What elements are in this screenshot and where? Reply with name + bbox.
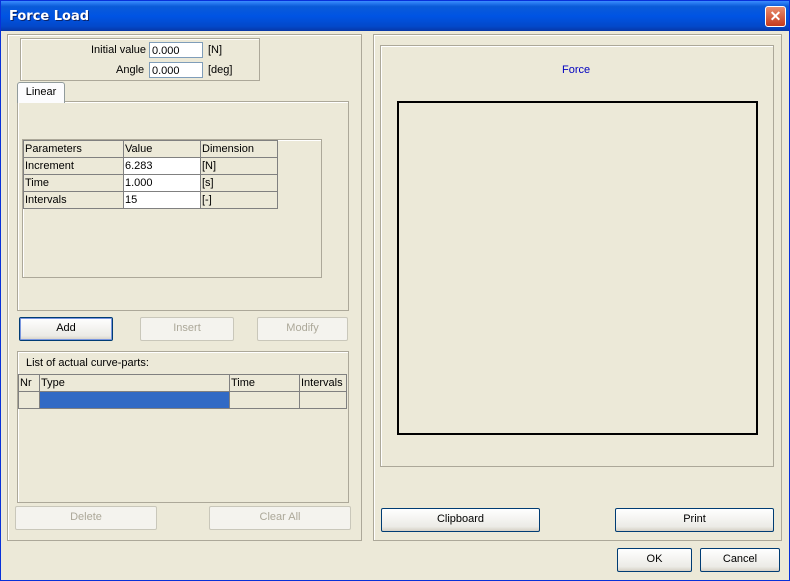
- table-header-row: Parameters Value Dimension: [23, 140, 278, 158]
- tab-linear[interactable]: Linear: [17, 82, 65, 103]
- column-header: Nr: [18, 374, 40, 392]
- parameters-table: Parameters Value Dimension Increment 6.2…: [23, 140, 278, 209]
- graph-title: Force: [562, 64, 591, 76]
- table-header-row: Nr Type Time Intervals: [18, 374, 347, 392]
- initial-value-label: Initial value: [91, 44, 147, 56]
- modify-button[interactable]: Modify: [257, 317, 348, 341]
- parameter-value-input[interactable]: 6.283: [123, 157, 201, 175]
- time-cell[interactable]: [229, 391, 300, 409]
- column-header: Time: [229, 374, 300, 392]
- angle-unit: [deg]: [208, 64, 233, 76]
- angle-label: Angle: [116, 64, 145, 76]
- parameter-name: Intervals: [23, 191, 124, 209]
- intervals-cell[interactable]: [299, 391, 347, 409]
- clipboard-button[interactable]: Clipboard: [381, 508, 540, 532]
- cancel-button[interactable]: Cancel: [700, 548, 780, 572]
- angle-input[interactable]: 0.000: [149, 62, 203, 78]
- dialog-body: Initial value 0.000 [N] Angle 0.000 [deg…: [1, 31, 789, 580]
- add-button[interactable]: Add: [19, 317, 113, 341]
- graph-plot-area: [397, 101, 758, 435]
- parameter-dimension: [N]: [200, 157, 278, 175]
- window-title: Force Load: [9, 9, 90, 24]
- initial-value-unit: [N]: [208, 44, 223, 56]
- parameter-value-input[interactable]: 1.000: [123, 174, 201, 192]
- column-header: Dimension: [200, 140, 278, 158]
- delete-button[interactable]: Delete: [15, 506, 157, 530]
- row-selector[interactable]: [18, 391, 40, 409]
- ok-button[interactable]: OK: [617, 548, 692, 572]
- parameter-value-input[interactable]: 15: [123, 191, 201, 209]
- table-row: Intervals 15 [-]: [23, 191, 278, 209]
- column-header: Value: [123, 140, 201, 158]
- table-row: Increment 6.283 [N]: [23, 157, 278, 175]
- column-header: Type: [39, 374, 230, 392]
- insert-button[interactable]: Insert: [140, 317, 234, 341]
- clear-all-button[interactable]: Clear All: [209, 506, 351, 530]
- column-header: Intervals: [299, 374, 347, 392]
- column-header: Parameters: [23, 140, 124, 158]
- parameter-dimension: [-]: [200, 191, 278, 209]
- parameter-name: Increment: [23, 157, 124, 175]
- close-icon[interactable]: ✕: [765, 6, 786, 27]
- print-button[interactable]: Print: [615, 508, 774, 532]
- table-row[interactable]: [18, 391, 347, 409]
- parameter-dimension: [s]: [200, 174, 278, 192]
- initial-value-input[interactable]: 0.000: [149, 42, 203, 58]
- curve-parts-table[interactable]: Nr Type Time Intervals: [18, 374, 347, 409]
- table-row: Time 1.000 [s]: [23, 174, 278, 192]
- force-load-dialog: Force Load ✕ Initial value 0.000 [N] Ang…: [0, 0, 790, 581]
- curve-parts-title: List of actual curve-parts:: [26, 357, 149, 369]
- title-bar[interactable]: Force Load ✕: [1, 1, 789, 31]
- selected-type-cell[interactable]: [39, 391, 230, 409]
- parameter-name: Time: [23, 174, 124, 192]
